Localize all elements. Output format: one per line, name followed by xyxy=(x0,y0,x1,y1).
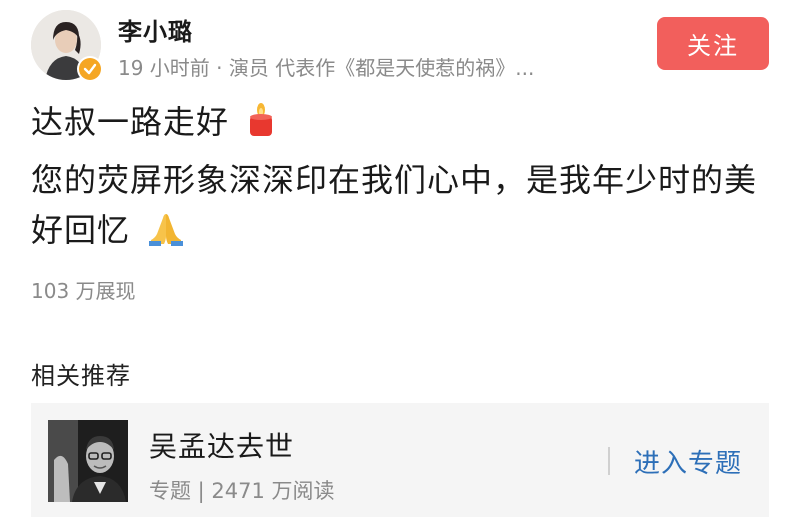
verified-badge-icon xyxy=(77,56,103,82)
related-topic-card[interactable]: 吴孟达去世 专题 | 2471 万阅读 进入专题 xyxy=(31,403,769,517)
related-section-title: 相关推荐 xyxy=(31,362,131,390)
topic-title: 吴孟达去世 xyxy=(149,430,295,463)
post-text-line-3: 好回忆 xyxy=(31,205,185,254)
author-name[interactable]: 李小璐 xyxy=(118,12,193,47)
pray-hands-icon xyxy=(147,210,185,254)
topic-meta: 专题 | 2471 万阅读 xyxy=(149,479,335,503)
enter-topic-link[interactable]: 进入专题 xyxy=(634,443,742,480)
weibo-post-page: 李小璐 19 小时前 · 演员 代表作《都是天使惹的祸》... 关注 达叔一路走… xyxy=(0,0,800,526)
post-text-line-1: 达叔一路走好 xyxy=(31,97,276,146)
topic-thumbnail xyxy=(48,420,128,502)
impressions-count: 103 万展现 xyxy=(31,279,136,303)
post-text: 好回忆 xyxy=(31,211,131,249)
author-avatar[interactable] xyxy=(31,10,103,82)
post-text-line-2: 您的荧屏形象深深印在我们心中，是我年少时的美 xyxy=(31,161,758,199)
card-divider xyxy=(608,447,610,475)
post-meta: 19 小时前 · 演员 代表作《都是天使惹的祸》... xyxy=(118,56,535,80)
post-text: 达叔一路走好 xyxy=(31,103,230,141)
candle-icon xyxy=(246,102,276,146)
follow-button[interactable]: 关注 xyxy=(657,17,769,70)
